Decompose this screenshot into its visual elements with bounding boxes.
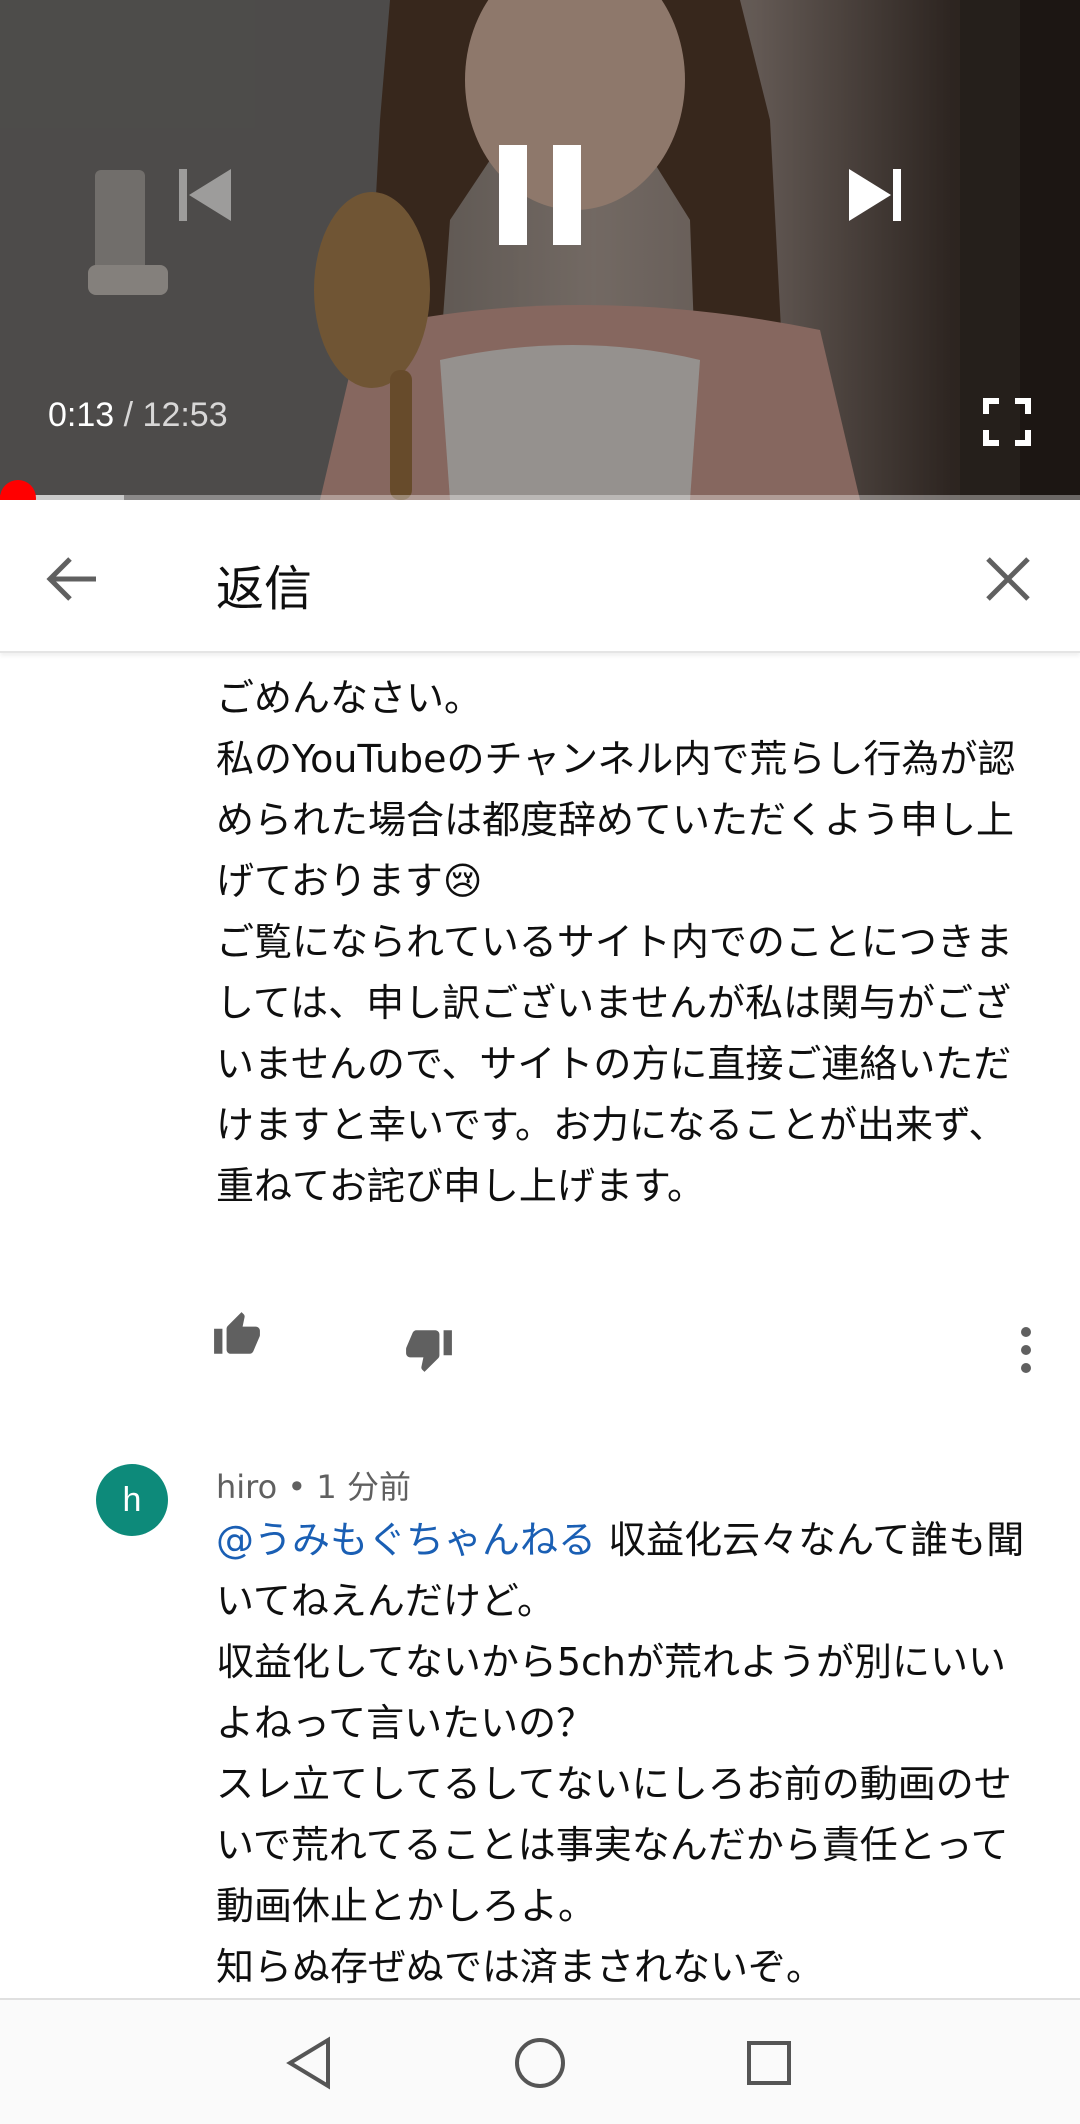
reply-text: ごめんなさい。 私のYouTubeのチャンネル内で荒らし行為が認められた場合は都… xyxy=(216,676,1016,1208)
video-player[interactable]: 0:13 / 12:53 xyxy=(0,0,1080,500)
playback-time: 0:13 / 12:53 xyxy=(48,396,228,435)
page-title: 返信 xyxy=(216,561,313,617)
more-vert-icon xyxy=(1021,1327,1031,1373)
thumbs-up-icon xyxy=(214,1312,260,1354)
comment-time: 1 分前 xyxy=(316,1468,411,1506)
avatar[interactable]: h xyxy=(96,1464,168,1536)
previous-icon xyxy=(179,169,231,221)
nav-recents-icon xyxy=(747,2041,791,2085)
pause-icon xyxy=(499,145,581,245)
thumbs-down-icon xyxy=(406,1330,452,1372)
comment-meta: hiro • 1 分前 xyxy=(216,1462,411,1508)
author-name[interactable]: hiro xyxy=(216,1468,277,1506)
back-arrow-icon xyxy=(46,557,96,601)
next-icon xyxy=(849,169,901,221)
nav-back-button[interactable] xyxy=(274,2028,344,2098)
close-button[interactable] xyxy=(976,547,1040,611)
meta-bullet: • xyxy=(277,1468,317,1506)
pause-button[interactable] xyxy=(480,130,600,260)
nav-back-icon xyxy=(286,2036,330,2090)
more-options-button[interactable] xyxy=(1010,1322,1042,1378)
dislike-button[interactable] xyxy=(404,1324,460,1380)
like-button[interactable] xyxy=(212,1310,268,1366)
close-icon xyxy=(986,557,1030,601)
nav-home-icon xyxy=(515,2038,565,2088)
mention-link[interactable]: @うみもぐちゃんねる xyxy=(216,1518,596,1562)
previous-video-button[interactable] xyxy=(160,150,250,240)
back-button[interactable] xyxy=(40,547,104,611)
current-time: 0:13 xyxy=(48,396,115,434)
replies-header: 返信 xyxy=(0,501,1080,653)
progress-bar[interactable] xyxy=(0,495,1080,500)
duration: 12:53 xyxy=(142,396,228,434)
fullscreen-button[interactable] xyxy=(975,390,1039,454)
nav-home-button[interactable] xyxy=(505,2028,575,2098)
system-nav-bar xyxy=(0,1998,1080,2124)
reply-actions xyxy=(0,1310,1080,1380)
reply-text: @うみもぐちゃんねる 収益化云々なんて誰も聞いてねえんだけど。 収益化してないか… xyxy=(216,1510,1036,1998)
next-video-button[interactable] xyxy=(830,150,920,240)
reply-body: 収益化云々なんて誰も聞いてねえんだけど。 収益化してないから5chが荒れようが別… xyxy=(216,1518,1025,1989)
avatar-letter: h xyxy=(122,1480,142,1519)
time-separator: / xyxy=(114,396,143,434)
nav-recents-button[interactable] xyxy=(734,2028,804,2098)
fullscreen-icon xyxy=(983,398,1031,446)
